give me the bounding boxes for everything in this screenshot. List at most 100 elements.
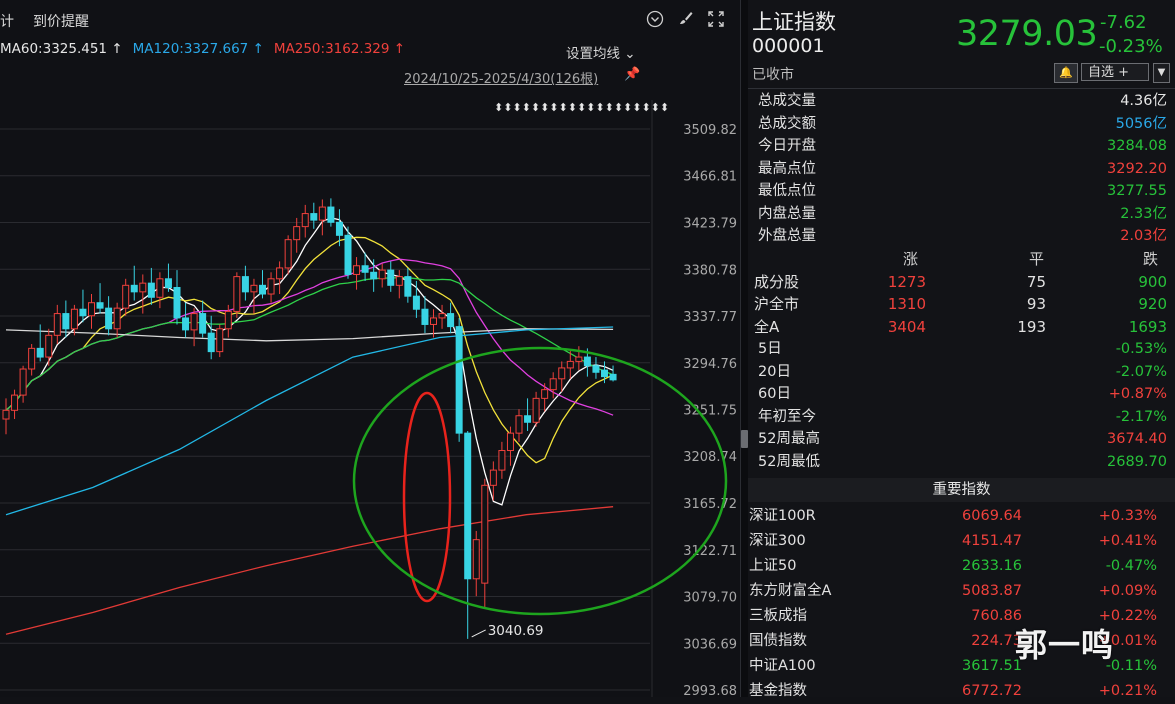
- candle-down: [241, 276, 249, 293]
- key-indices-header[interactable]: 重要指数: [748, 478, 1175, 502]
- index-row-name: 深证100R: [749, 508, 816, 524]
- price-change-pct: -0.23%: [1099, 36, 1163, 57]
- index-row-name: 国债指数: [749, 633, 807, 649]
- add-watchlist-button[interactable]: 自选 +: [1081, 63, 1149, 81]
- index-row-value: 6772.72: [962, 683, 1022, 699]
- price-change: -7.62: [1100, 12, 1147, 33]
- candle-down: [310, 213, 318, 221]
- y-tick-label: 3036.69: [683, 637, 737, 652]
- index-row-name: 基金指数: [749, 683, 807, 699]
- breadth-row: 成分股 1273 75 900: [748, 271, 1175, 294]
- candle-up: [19, 368, 27, 396]
- stat-label: 外盘总量: [758, 228, 816, 244]
- index-row-name: 上证50: [749, 558, 797, 574]
- candle-up: [566, 360, 574, 369]
- breadth-flat: 93: [1026, 295, 1046, 313]
- index-row-value: 5083.87: [962, 583, 1022, 599]
- period-label: 年初至今: [758, 408, 816, 425]
- candle-down: [335, 221, 343, 236]
- divider: [748, 88, 1175, 89]
- ma30-line: [5, 277, 614, 411]
- period-row: 20日 -2.07%: [748, 361, 1175, 384]
- period-row: 年初至今 -2.17%: [748, 406, 1175, 429]
- candle-up: [430, 317, 437, 325]
- period-label: 52周最低: [758, 453, 820, 470]
- candle-down: [370, 271, 378, 280]
- bell-icon[interactable]: 🔔: [1054, 63, 1078, 83]
- kline-chart-pane[interactable]: 计 到价提醒 MA60:3325.451 ↑ MA120:3327.667 ↑ MA…: [0, 0, 740, 697]
- y-tick-label: 3509.82: [683, 123, 737, 138]
- period-value: -2.07%: [1115, 363, 1167, 380]
- green-ellipse: [352, 346, 728, 616]
- candle-up: [541, 389, 549, 399]
- breadth-flat: 75: [1026, 272, 1046, 291]
- candle-down: [592, 365, 600, 373]
- candle-down: [421, 308, 429, 325]
- y-tick-label: 3079.70: [683, 591, 737, 606]
- candle-down: [173, 286, 181, 319]
- y-tick-label: 3337.77: [683, 310, 737, 325]
- candle-down: [601, 369, 608, 378]
- period-row: 60日 +0.87%: [748, 383, 1175, 406]
- index-row-pct: +0.41%: [1098, 533, 1157, 549]
- low-marker-arrow: [471, 629, 486, 638]
- period-value: 2689.70: [1107, 453, 1167, 470]
- breadth-down: 920: [1138, 295, 1167, 313]
- stat-row: 外盘总量 2.03亿: [748, 225, 1175, 248]
- candle-up: [2, 409, 10, 420]
- index-row[interactable]: 深证300 4151.47 +0.41%: [748, 529, 1175, 554]
- breadth-row: 沪全市 1310 93 920: [748, 293, 1175, 316]
- splitter-handle[interactable]: [741, 430, 748, 448]
- y-tick-label: 3251.75: [683, 404, 737, 419]
- candle-down: [404, 276, 412, 297]
- stat-value: 3292.20: [1107, 160, 1167, 177]
- index-row[interactable]: 深证100R 6069.64 +0.33%: [748, 504, 1175, 529]
- candle-up: [498, 450, 506, 471]
- index-row-name: 三板成指: [749, 608, 807, 624]
- breadth-flat: 193: [1017, 317, 1046, 336]
- candle-up: [506, 432, 514, 452]
- stat-value: 2.03亿: [1120, 228, 1167, 244]
- index-row[interactable]: 基金指数 6772.72 +0.21%: [748, 679, 1175, 704]
- index-row-value: 2633.16: [962, 558, 1022, 574]
- candle-down: [182, 317, 190, 331]
- candle-up: [250, 284, 258, 293]
- index-row-pct: +0.33%: [1098, 508, 1157, 524]
- candle-down: [207, 332, 215, 353]
- candle-down: [259, 284, 266, 295]
- low-marker-label: 3040.69: [488, 623, 544, 639]
- index-row-pct: +0.21%: [1098, 683, 1157, 699]
- stat-row: 总成交额 5056亿: [748, 113, 1175, 136]
- candle-up: [156, 278, 164, 298]
- watchlist-dropdown-chevron-icon[interactable]: ▼: [1153, 63, 1170, 83]
- candle-down: [447, 313, 455, 328]
- candle-down: [147, 282, 155, 298]
- index-row-value: 4151.47: [962, 533, 1022, 549]
- candle-up: [532, 397, 540, 423]
- index-row[interactable]: 上证50 2633.16 -0.47%: [748, 554, 1175, 579]
- candle-down: [164, 278, 172, 288]
- breadth-label: 成分股: [754, 272, 800, 291]
- candle-up: [284, 239, 292, 269]
- y-tick-label: 3122.71: [683, 544, 737, 559]
- candle-down: [609, 373, 617, 381]
- candle-down: [105, 307, 113, 330]
- stat-row: 总成交量 4.36亿: [748, 90, 1175, 113]
- stat-row: 内盘总量 2.33亿: [748, 203, 1175, 226]
- period-value: -0.53%: [1115, 341, 1167, 357]
- candle-up: [276, 267, 284, 280]
- breadth-row: 全A 3404 193 1693: [748, 316, 1175, 339]
- candle-up: [293, 226, 301, 241]
- period-row: 52周最高 3674.40: [748, 428, 1175, 451]
- index-row-name: 中证A100: [749, 658, 816, 674]
- period-value: 3674.40: [1107, 431, 1167, 447]
- ma20-line: [5, 258, 614, 416]
- candle-up: [558, 367, 566, 380]
- stat-label: 最低点位: [758, 183, 816, 199]
- breadth-down: 1693: [1128, 317, 1167, 336]
- candle-up: [53, 313, 61, 336]
- author-watermark: 郭一鸣: [1015, 626, 1115, 664]
- candle-down: [387, 269, 395, 286]
- kline-plot[interactable]: 3509.82 3466.81 3423.79 3380.78 3337.77 3294.…: [0, 0, 740, 697]
- index-row[interactable]: 东方财富全A 5083.87 +0.09%: [748, 579, 1175, 604]
